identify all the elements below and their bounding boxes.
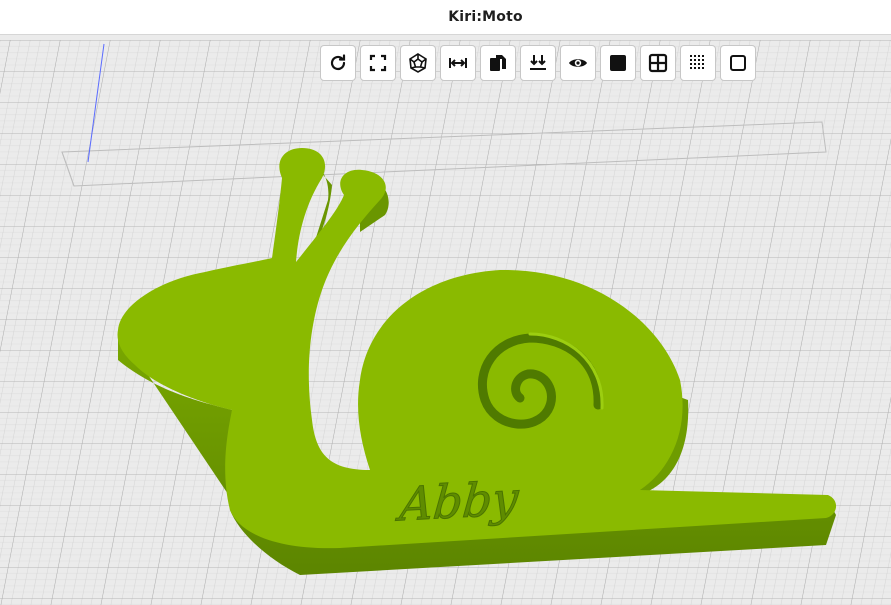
fit-view-button[interactable] xyxy=(360,45,396,81)
download-double-icon xyxy=(530,55,546,70)
solid-view-button[interactable] xyxy=(600,45,636,81)
wireframe-view-button[interactable] xyxy=(720,45,756,81)
engraved-name-text: Abby xyxy=(394,471,522,531)
title-bar: Kiri:Moto xyxy=(0,0,891,35)
copy-icon xyxy=(490,55,506,71)
dotted-view-button[interactable] xyxy=(680,45,716,81)
rotate-icon xyxy=(330,54,346,71)
rotate-button[interactable] xyxy=(320,45,356,81)
arrows-horizontal-icon xyxy=(449,58,467,68)
3d-viewport[interactable]: Abby xyxy=(0,35,891,605)
dotted-square-icon xyxy=(690,55,704,69)
app-title: Kiri:Moto xyxy=(448,9,523,25)
outline-square-icon xyxy=(730,55,746,71)
eye-icon xyxy=(569,59,587,67)
grid-square-icon xyxy=(648,53,668,73)
expand-corners-icon xyxy=(369,54,387,72)
dodecahedron-icon xyxy=(409,53,427,73)
build-platform-scene[interactable]: Abby xyxy=(0,35,891,605)
visibility-button[interactable] xyxy=(560,45,596,81)
measure-width-button[interactable] xyxy=(440,45,476,81)
filled-square-icon xyxy=(610,55,626,71)
grid-view-button[interactable] xyxy=(640,45,676,81)
duplicate-button[interactable] xyxy=(480,45,516,81)
polyhedron-view-button[interactable] xyxy=(400,45,436,81)
view-toolbar xyxy=(320,45,756,81)
lay-flat-button[interactable] xyxy=(520,45,556,81)
